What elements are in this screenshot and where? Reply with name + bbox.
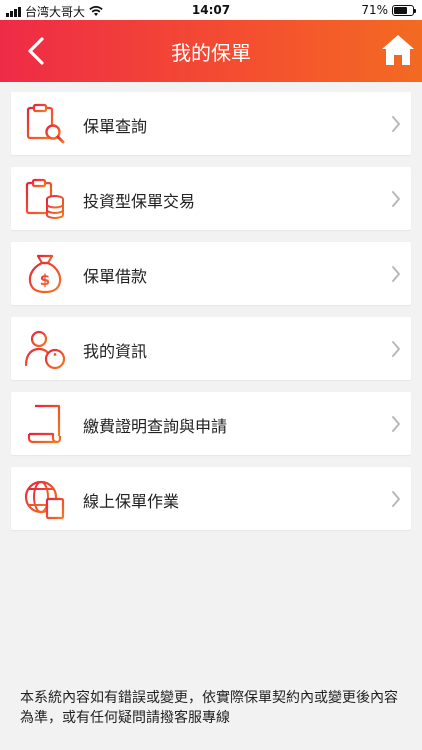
menu-item-policy-search[interactable]: 保單查詢 (11, 92, 411, 155)
chevron-right-icon (392, 116, 400, 132)
menu-item-policy-loan[interactable]: $ 保單借款 (11, 242, 411, 305)
status-bar: 台湾大哥大 14:07 71% (0, 0, 422, 20)
user-info-icon (24, 330, 66, 370)
investment-policy-icon (25, 178, 64, 219)
chevron-right-icon (392, 416, 400, 432)
svg-text:$: $ (40, 271, 50, 289)
menu-item-investment-policy[interactable]: 投資型保單交易 (11, 167, 411, 230)
chevron-right-icon (392, 266, 400, 282)
certificate-scroll-icon (27, 404, 62, 444)
battery-fill (394, 6, 407, 14)
chevron-right-icon (392, 191, 400, 207)
menu-item-online-policy[interactable]: 線上保單作業 (11, 467, 411, 530)
menu-item-label: 線上保單作業 (83, 492, 180, 511)
chevron-right-icon (392, 491, 400, 507)
policy-search-icon (26, 103, 65, 144)
menu-item-label: 我的資訊 (83, 342, 148, 361)
menu-item-label: 保單查詢 (83, 117, 148, 136)
menu-item-label: 保單借款 (83, 267, 148, 286)
status-time: 14:07 (191, 3, 231, 17)
nav-bar: 我的保單 (0, 20, 422, 82)
status-right: 71% (361, 3, 416, 17)
chevron-right-icon (392, 341, 400, 357)
menu-item-label: 繳費證明查詢與申請 (83, 417, 228, 436)
menu-item-payment-certificate[interactable]: 繳費證明查詢與申請 (11, 392, 411, 455)
battery-icon (392, 4, 416, 16)
battery-percent: 71% (361, 3, 388, 17)
menu-item-label: 投資型保單交易 (83, 192, 196, 211)
disclaimer-text: 本系統內容如有錯誤或變更，依實際保單契約內或變更後內容為準，或有任何疑問請撥客服… (20, 690, 398, 726)
menu-item-my-info[interactable]: 我的資訊 (11, 317, 411, 380)
globe-document-icon (24, 480, 65, 520)
page-title: 我的保單 (171, 41, 251, 65)
money-bag-icon: $ (28, 254, 62, 294)
menu-list: 保單查詢 投資型保單交易 $ 保單借款 我的資訊 繳費證明查詢與申請 線上保單作… (11, 92, 411, 542)
home-icon[interactable] (380, 32, 416, 68)
